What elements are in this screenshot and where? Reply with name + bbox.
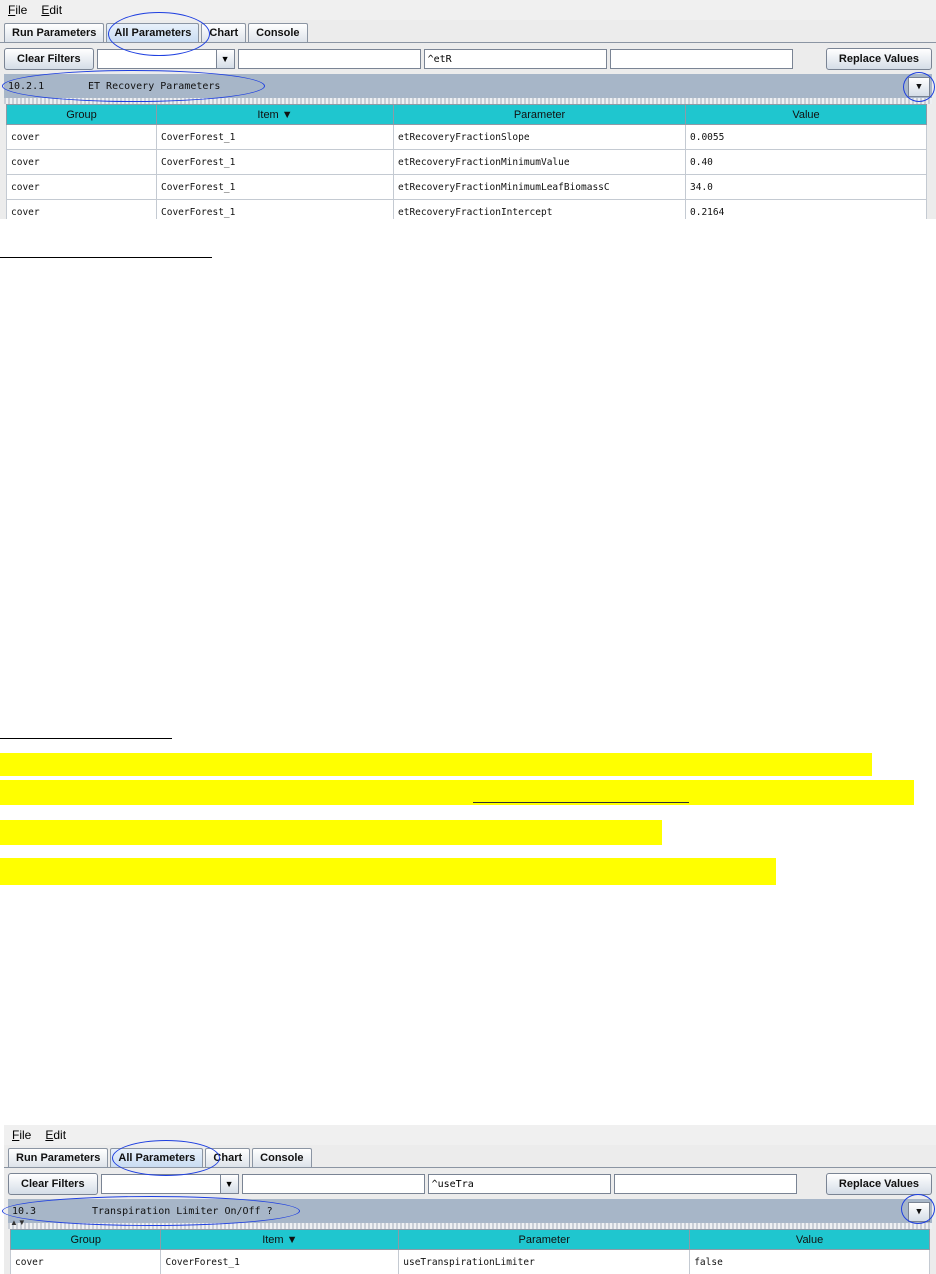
filter-bar: Clear Filters ▼ ^useTra Replace Values xyxy=(4,1171,936,1197)
column-header[interactable]: Value xyxy=(685,104,927,125)
tab-all-parameters[interactable]: All Parameters xyxy=(110,1148,204,1167)
replace-values-button[interactable]: Replace Values xyxy=(825,48,932,70)
table-row[interactable]: cover CoverForest_1 etRecoveryFractionSlop… xyxy=(6,124,927,150)
menu-edit[interactable]: Edit xyxy=(45,1128,66,1142)
column-header[interactable]: Parameter xyxy=(393,104,686,125)
table-cell[interactable]: cover xyxy=(6,174,157,200)
clear-filters-button[interactable]: Clear Filters xyxy=(4,48,94,70)
highlight-line xyxy=(0,820,662,845)
highlight-line xyxy=(0,858,776,885)
table-cell[interactable]: 34.0 xyxy=(685,174,927,200)
chevron-down-icon[interactable]: ▼ xyxy=(220,1174,239,1194)
column-header[interactable]: Parameter xyxy=(398,1229,691,1250)
column-header[interactable]: Item ▼ xyxy=(156,104,394,125)
table-cell[interactable]: CoverForest_1 xyxy=(156,199,394,219)
highlight-line xyxy=(0,780,914,805)
value-filter-input[interactable] xyxy=(613,1174,797,1194)
tab-all-parameters[interactable]: All Parameters xyxy=(106,23,200,42)
parameters-table: Group Item ▼ Parameter Value cover CoverFore… xyxy=(9,1229,930,1274)
section-number: 10.3 xyxy=(12,1205,37,1217)
tab-console[interactable]: Console xyxy=(252,1148,312,1167)
table-cell[interactable]: CoverForest_1 xyxy=(156,149,394,175)
column-header[interactable]: Value xyxy=(689,1229,930,1250)
menu-file[interactable]: File xyxy=(8,3,27,17)
table-row[interactable]: cover CoverForest_1 etRecoveryFractionInte… xyxy=(6,199,927,219)
table-cell[interactable]: 0.40 xyxy=(685,149,927,175)
group-filter-input[interactable] xyxy=(96,49,217,69)
screenshot-top: File Edit Run Parameters All Parameters … xyxy=(0,0,936,219)
item-filter-input[interactable] xyxy=(237,49,421,69)
parameter-filter-input[interactable]: ^useTra xyxy=(427,1174,611,1194)
table-cell[interactable]: cover xyxy=(9,1249,162,1274)
highlight-underline xyxy=(473,802,689,803)
group-filter-combo[interactable]: ▼ xyxy=(96,49,235,69)
table-cell[interactable]: 0.0055 xyxy=(685,124,927,150)
text-underline xyxy=(0,738,172,739)
section-title: Transpiration Limiter On/Off ? xyxy=(92,1205,273,1217)
replace-values-button[interactable]: Replace Values xyxy=(825,1173,932,1195)
group-filter-combo[interactable]: ▼ xyxy=(100,1174,239,1194)
tab-run-parameters[interactable]: Run Parameters xyxy=(4,23,105,42)
section-selector[interactable]: 10.2.1 ET Recovery Parameters ▼ xyxy=(4,74,932,98)
parameters-table: Group Item ▼ Parameter Value cover CoverFore… xyxy=(6,104,927,219)
parameter-filter-input[interactable]: ^etR xyxy=(423,49,607,69)
value-filter-input[interactable] xyxy=(609,49,793,69)
table-row[interactable]: cover CoverForest_1 etRecoveryFractionMini… xyxy=(6,174,927,200)
table-cell[interactable]: false xyxy=(689,1249,930,1274)
table-cell[interactable]: cover xyxy=(6,124,157,150)
item-filter-input[interactable] xyxy=(241,1174,425,1194)
highlight-line xyxy=(0,753,872,776)
section-number: 10.2.1 xyxy=(8,80,45,92)
tab-chart[interactable]: Chart xyxy=(201,23,247,42)
chevron-down-icon[interactable]: ▼ xyxy=(216,49,235,69)
section-title: ET Recovery Parameters xyxy=(88,80,221,92)
text-underline xyxy=(0,257,212,258)
table-cell[interactable]: CoverForest_1 xyxy=(160,1249,400,1274)
tab-bar: Run Parameters All Parameters Chart Cons… xyxy=(0,20,936,43)
table-row[interactable]: cover CoverForest_1 etRecoveryFractionMini… xyxy=(6,149,927,175)
table-cell[interactable]: useTranspirationLimiter xyxy=(398,1249,691,1274)
tab-bar: Run Parameters All Parameters Chart Cons… xyxy=(4,1145,936,1168)
menu-bar: File Edit xyxy=(0,0,936,20)
splitter-arrows-icon[interactable]: ▲▼ xyxy=(10,1218,26,1227)
menu-bar: File Edit xyxy=(4,1125,936,1145)
table-cell[interactable]: 0.2164 xyxy=(685,199,927,219)
table-cell[interactable]: cover xyxy=(6,149,157,175)
table-cell[interactable]: CoverForest_1 xyxy=(156,124,394,150)
tab-run-parameters[interactable]: Run Parameters xyxy=(8,1148,109,1167)
tab-console[interactable]: Console xyxy=(248,23,308,42)
table-row[interactable]: cover CoverForest_1 useTranspirationLimite… xyxy=(9,1249,930,1274)
group-filter-input[interactable] xyxy=(100,1174,221,1194)
table-cell[interactable]: cover xyxy=(6,199,157,219)
section-selector[interactable]: 10.3 Transpiration Limiter On/Off ? ▼ xyxy=(8,1199,932,1223)
screenshot-bottom: File Edit Run Parameters All Parameters … xyxy=(4,1125,936,1274)
table-cell[interactable]: etRecoveryFractionSlope xyxy=(393,124,686,150)
table-cell[interactable]: etRecoveryFractionMinimumValue xyxy=(393,149,686,175)
table-cell[interactable]: etRecoveryFractionIntercept xyxy=(393,199,686,219)
clear-filters-button[interactable]: Clear Filters xyxy=(8,1173,98,1195)
column-header[interactable]: Group xyxy=(6,104,157,125)
table-cell[interactable]: CoverForest_1 xyxy=(156,174,394,200)
tab-chart[interactable]: Chart xyxy=(205,1148,251,1167)
table-cell[interactable]: etRecoveryFractionMinimumLeafBiomassC xyxy=(393,174,686,200)
filter-bar: Clear Filters ▼ ^etR Replace Values xyxy=(0,46,936,72)
column-header[interactable]: Group xyxy=(9,1229,162,1250)
menu-file[interactable]: File xyxy=(12,1128,31,1142)
column-header[interactable]: Item ▼ xyxy=(160,1229,400,1250)
section-dropdown-icon[interactable]: ▼ xyxy=(908,1202,930,1222)
section-dropdown-icon[interactable]: ▼ xyxy=(908,77,930,97)
menu-edit[interactable]: Edit xyxy=(41,3,62,17)
